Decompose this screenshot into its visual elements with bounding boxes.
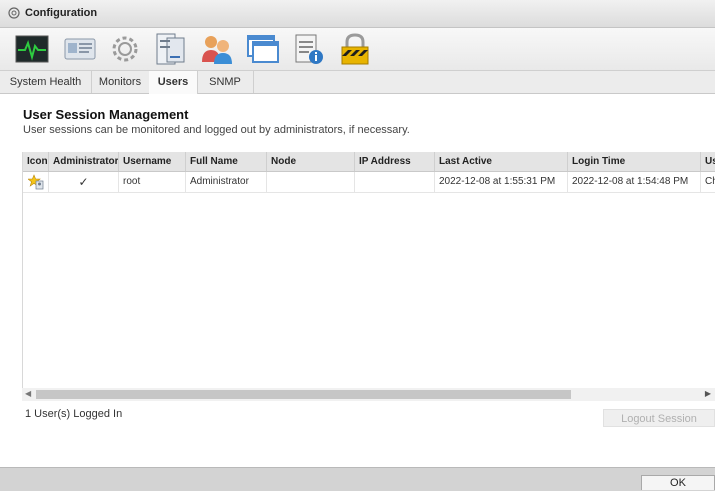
window-titlebar: Configuration	[0, 0, 715, 28]
cell-full-name: Administrator	[186, 172, 267, 192]
table-header: Icon Administrator Username Full Name No…	[23, 152, 715, 172]
server-icon[interactable]	[153, 32, 187, 66]
tab-bar: System Health Monitors Users SNMP	[0, 71, 715, 94]
column-header-user-agent[interactable]: Us	[701, 152, 715, 171]
tab-system-health[interactable]: System Health	[0, 71, 92, 93]
column-header-last-active[interactable]: Last Active	[435, 152, 568, 171]
column-header-full-name[interactable]: Full Name	[186, 152, 267, 171]
toolbar	[0, 28, 715, 71]
notes-info-icon[interactable]	[291, 32, 325, 66]
scroll-left-arrow-icon[interactable]: ◀	[25, 389, 31, 398]
tab-monitors[interactable]: Monitors	[91, 71, 150, 93]
cell-node	[267, 172, 355, 192]
cell-last-active: 2022-12-08 at 1:55:31 PM	[435, 172, 568, 192]
gear-icon	[8, 7, 20, 19]
column-header-login-time[interactable]: Login Time	[568, 152, 701, 171]
ok-button[interactable]: OK	[641, 475, 715, 490]
cell-username: root	[119, 172, 186, 192]
window-title: Configuration	[25, 7, 98, 19]
sessions-table: Icon Administrator Username Full Name No…	[22, 152, 715, 392]
table-row[interactable]: ✓ root Administrator 2022-12-08 at 1:55:…	[23, 172, 715, 193]
scroll-right-arrow-icon[interactable]: ▶	[705, 389, 711, 398]
column-header-administrator[interactable]: Administrator	[49, 152, 119, 171]
cell-login-time: 2022-12-08 at 1:54:48 PM	[568, 172, 701, 192]
users-icon[interactable]	[200, 32, 234, 66]
settings-icon[interactable]	[108, 32, 142, 66]
horizontal-scrollbar[interactable]: ◀ ▶	[22, 388, 715, 401]
lock-icon[interactable]	[338, 32, 372, 66]
system-health-icon[interactable]	[15, 32, 49, 66]
cell-ip-address	[355, 172, 435, 192]
admin-user-icon	[23, 172, 49, 192]
logout-session-button[interactable]: Logout Session	[603, 409, 715, 427]
section-description: User sessions can be monitored and logge…	[23, 124, 410, 136]
column-header-icon[interactable]: Icon	[23, 152, 49, 171]
logged-in-count: 1 User(s) Logged In	[25, 408, 123, 420]
scrollbar-thumb[interactable]	[36, 390, 571, 399]
column-header-node[interactable]: Node	[267, 152, 355, 171]
column-header-ip-address[interactable]: IP Address	[355, 152, 435, 171]
tab-snmp[interactable]: SNMP	[197, 71, 254, 93]
windows-icon[interactable]	[246, 32, 280, 66]
column-header-username[interactable]: Username	[119, 152, 186, 171]
section-title: User Session Management	[23, 107, 189, 122]
dialog-footer	[0, 467, 715, 491]
cell-administrator: ✓	[49, 172, 119, 192]
cell-user-agent: Ch	[705, 176, 715, 187]
monitors-icon[interactable]	[63, 32, 97, 66]
tab-users[interactable]: Users	[149, 71, 198, 94]
